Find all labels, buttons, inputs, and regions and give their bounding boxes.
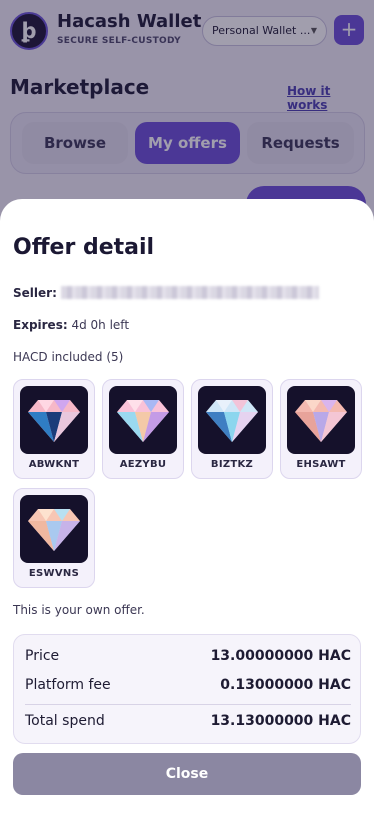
hacd-heading: HACD included (5) bbox=[13, 350, 124, 364]
sheet-title: Offer detail bbox=[13, 235, 155, 260]
hacd-name: BIZTKZ bbox=[210, 459, 254, 470]
seller-label: Seller: bbox=[13, 286, 57, 300]
seller-address-redacted bbox=[61, 286, 319, 299]
hacd-card[interactable]: ESWVNS bbox=[13, 488, 95, 588]
seller-row: Seller: bbox=[13, 286, 57, 300]
price-label: Price bbox=[25, 648, 60, 664]
price-row: Price 13.00000000 HAC bbox=[25, 648, 351, 664]
offer-detail-sheet: Offer detail Seller: Expires: 4d 0h left… bbox=[0, 199, 374, 814]
diamond-icon bbox=[20, 386, 88, 454]
hacd-card[interactable]: AEZYBU bbox=[102, 379, 184, 479]
diamond-icon bbox=[198, 386, 266, 454]
price-summary: Price 13.00000000 HAC Platform fee 0.130… bbox=[13, 634, 361, 744]
total-value: 13.13000000 HAC bbox=[210, 713, 351, 729]
total-row: Total spend 13.13000000 HAC bbox=[25, 713, 351, 729]
diamond-icon bbox=[287, 386, 355, 454]
fee-value: 0.13000000 HAC bbox=[220, 677, 351, 693]
hacd-name: ABWKNT bbox=[28, 459, 80, 470]
hacd-name: ESWVNS bbox=[28, 568, 80, 579]
fee-row: Platform fee 0.13000000 HAC bbox=[25, 677, 351, 693]
diamond-icon bbox=[109, 386, 177, 454]
fee-label: Platform fee bbox=[25, 677, 111, 693]
hacd-name: EHSAWT bbox=[296, 459, 346, 470]
hacd-card[interactable]: ABWKNT bbox=[13, 379, 95, 479]
expires-row: Expires: 4d 0h left bbox=[13, 318, 129, 332]
hacd-card[interactable]: EHSAWT bbox=[280, 379, 362, 479]
summary-divider bbox=[25, 704, 351, 705]
diamond-icon bbox=[20, 495, 88, 563]
price-value: 13.00000000 HAC bbox=[210, 648, 351, 664]
close-button[interactable]: Close bbox=[13, 753, 361, 795]
expires-label: Expires: bbox=[13, 318, 68, 332]
expires-value: 4d 0h left bbox=[71, 318, 130, 332]
total-label: Total spend bbox=[25, 713, 105, 729]
hacd-name: AEZYBU bbox=[119, 459, 167, 470]
own-offer-note: This is your own offer. bbox=[13, 603, 145, 617]
hacd-card[interactable]: BIZTKZ bbox=[191, 379, 273, 479]
